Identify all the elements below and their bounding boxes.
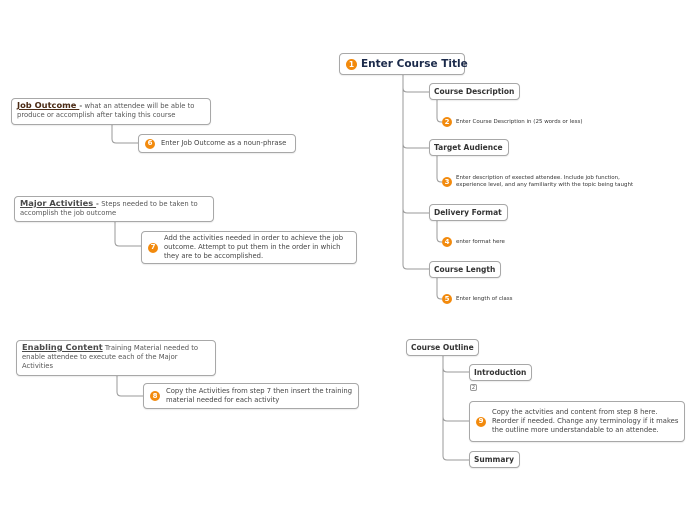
step-badge-icon: 8	[150, 391, 160, 401]
step-course-description[interactable]: 2 Enter Course Description in (25 words …	[442, 116, 642, 128]
root-title: Enter Course Title	[361, 58, 468, 70]
step-enabling-content[interactable]: 8 Copy the Activities from step 7 then i…	[143, 383, 359, 409]
topic-job-outcome[interactable]: Job Outcome - what an attendee will be a…	[11, 98, 211, 125]
topic-major-activities[interactable]: Major Activities - Steps needed to be ta…	[14, 196, 214, 222]
step-text: Add the activities needed in order to ac…	[164, 234, 344, 260]
topic-delivery-format[interactable]: Delivery Format	[429, 204, 508, 221]
step-badge-icon: 4	[442, 237, 452, 247]
step-badge-icon: 9	[476, 416, 486, 427]
step-badge-icon: 5	[442, 294, 452, 304]
topic-enabling-content[interactable]: Enabling Content Training Material neede…	[16, 340, 216, 376]
topic-label: Summary	[474, 455, 515, 464]
step-badge-icon: 6	[145, 138, 155, 149]
connector	[116, 376, 144, 397]
step-job-outcome[interactable]: 6 Enter Job Outcome as a noun-phrase	[138, 134, 296, 153]
topic-heading: Job Outcome	[17, 100, 80, 110]
connector	[442, 367, 470, 373]
topic-label: Target Audience	[434, 143, 503, 152]
topic-course-description[interactable]: Course Description	[429, 83, 520, 100]
step-target-audience[interactable]: 3 Enter description of exected attendee.…	[442, 171, 642, 193]
step-text: enter format here	[456, 238, 505, 245]
collapsed-count-badge[interactable]: 2	[470, 384, 477, 391]
topic-label: Course Description	[434, 87, 515, 96]
step-text: Enter Job Outcome as a noun-phrase	[161, 139, 287, 147]
step-major-activities[interactable]: 7 Add the activities needed in order to …	[141, 231, 357, 264]
step-text: Enter Course Description in (25 words or…	[456, 118, 583, 125]
step-text: Enter length of class	[456, 295, 513, 302]
topic-introduction[interactable]: Introduction	[469, 364, 532, 381]
topic-label: Delivery Format	[434, 208, 502, 217]
connector	[114, 222, 142, 247]
topic-heading: Major Activities	[20, 198, 97, 208]
topic-label: Course Outline	[411, 343, 474, 352]
connector	[402, 208, 430, 214]
connector	[402, 75, 430, 270]
step-badge-icon: 1	[346, 58, 357, 70]
topic-target-audience[interactable]: Target Audience	[429, 139, 509, 156]
step-text: Copy the Activities from step 7 then ins…	[166, 387, 353, 404]
connector	[442, 416, 470, 422]
connector	[402, 143, 430, 149]
step-badge-icon: 3	[442, 177, 452, 187]
topic-summary[interactable]: Summary	[469, 451, 520, 468]
topic-heading: Enabling Content	[22, 342, 103, 352]
topic-label: Course Length	[434, 265, 496, 274]
topic-label: Introduction	[474, 368, 527, 377]
root-topic[interactable]: 1 Enter Course Title	[339, 53, 468, 75]
connector	[111, 125, 139, 144]
step-badge-icon: 7	[148, 242, 158, 253]
step-course-length[interactable]: 5 Enter length of class	[442, 293, 592, 305]
step-course-outline[interactable]: 9 Copy the actvities and content from st…	[469, 401, 685, 442]
topic-course-length[interactable]: Course Length	[429, 261, 501, 278]
step-text: Copy the actvities and content from step…	[492, 408, 679, 434]
topic-course-outline[interactable]: Course Outline	[406, 339, 479, 356]
connector	[402, 87, 430, 93]
step-delivery-format[interactable]: 4 enter format here	[442, 236, 592, 248]
step-badge-icon: 2	[442, 117, 452, 127]
step-text: Enter description of exected attendee. I…	[456, 175, 634, 188]
